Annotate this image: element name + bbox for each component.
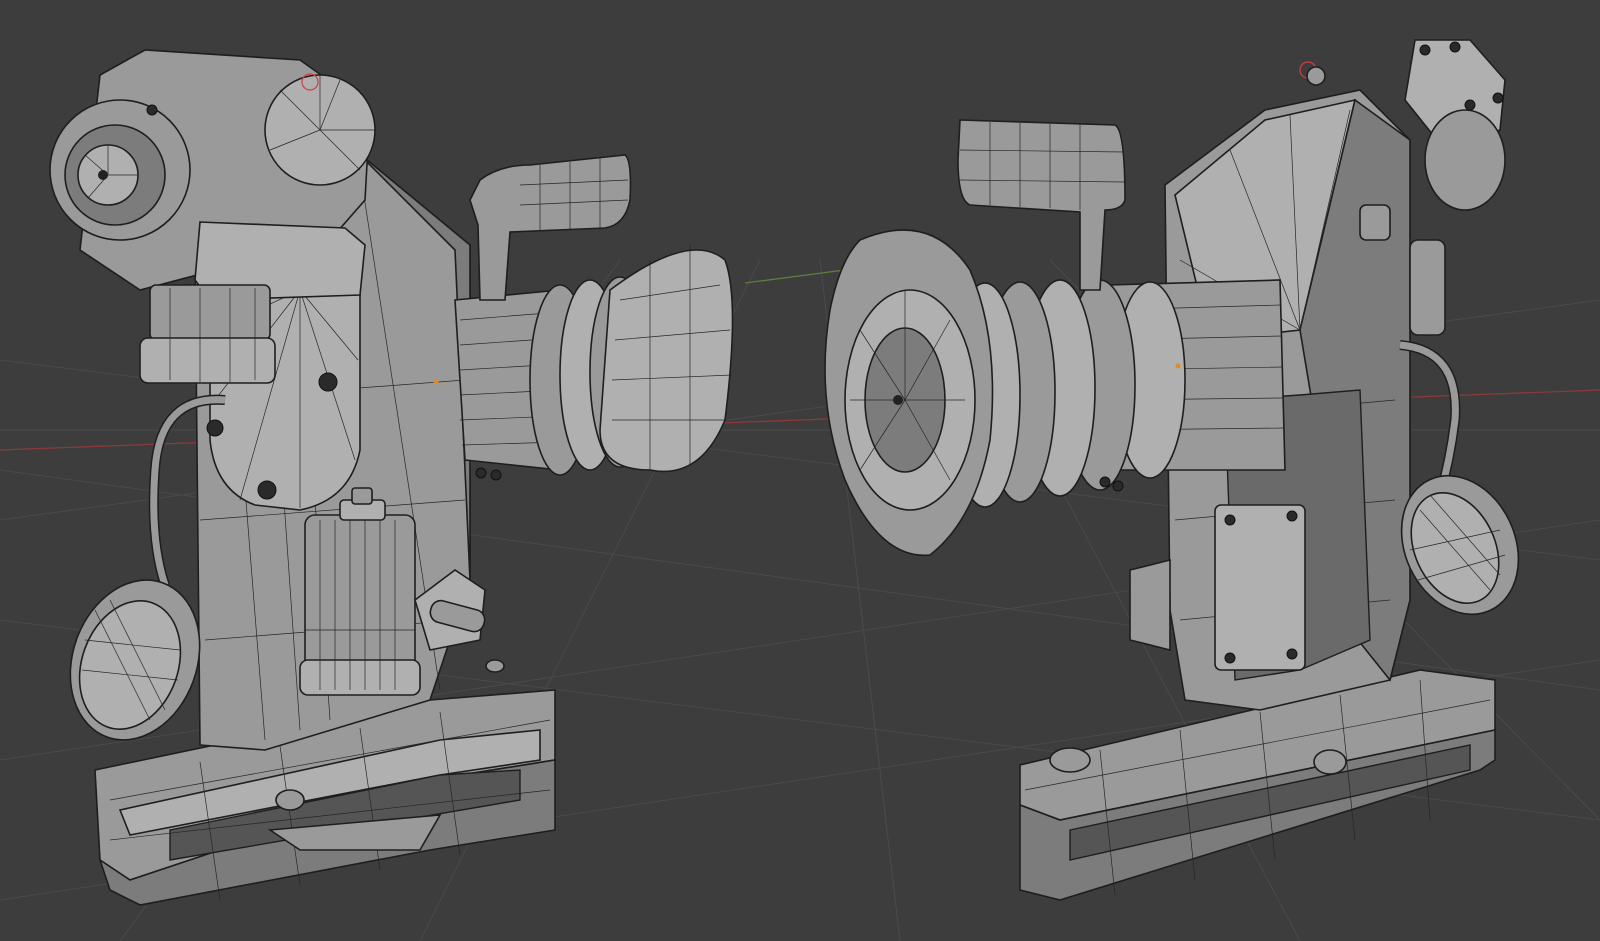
eyecup [824,229,994,557]
screw-icon [206,419,224,437]
focus-knob [299,487,421,696]
screw-icon [257,480,277,500]
eyecup [599,249,734,473]
screw-icon [318,372,338,392]
top-handle [957,119,1126,291]
camera-viewfinder-rear-view[interactable] [824,39,1540,901]
3d-viewport[interactable] [0,0,1600,941]
object-origin-marker [433,379,439,385]
screw-icon [146,104,158,116]
object-origin-marker [1175,363,1181,369]
cover-plate [1214,504,1306,671]
eyepiece-tube [433,245,734,476]
lens-cap [69,579,201,741]
viewport-canvas[interactable] [0,0,1600,941]
camera-viewfinder-front-view[interactable] [49,49,734,906]
